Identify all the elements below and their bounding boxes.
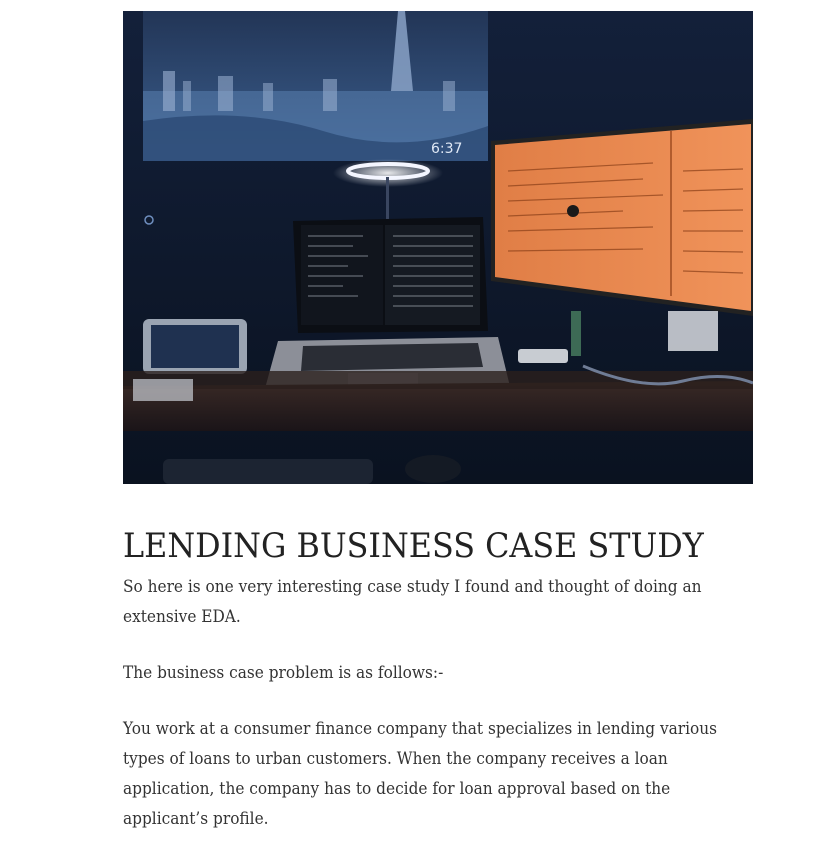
hero-image: 6:37 [123,11,753,484]
intro-paragraph: So here is one very interesting case stu… [123,577,702,626]
clock-readout: 6:37 [431,141,462,157]
desk-setup-photo: 6:37 [123,11,753,484]
article: 6:37 LENDING BUSINESS CASE STUDY So here… [123,11,753,834]
article-title: LENDING BUSINESS CASE STUDY [123,526,704,566]
problem-heading-paragraph: The business case problem is as follows:… [123,663,444,682]
problem-description-paragraph: You work at a consumer finance company t… [123,719,718,828]
